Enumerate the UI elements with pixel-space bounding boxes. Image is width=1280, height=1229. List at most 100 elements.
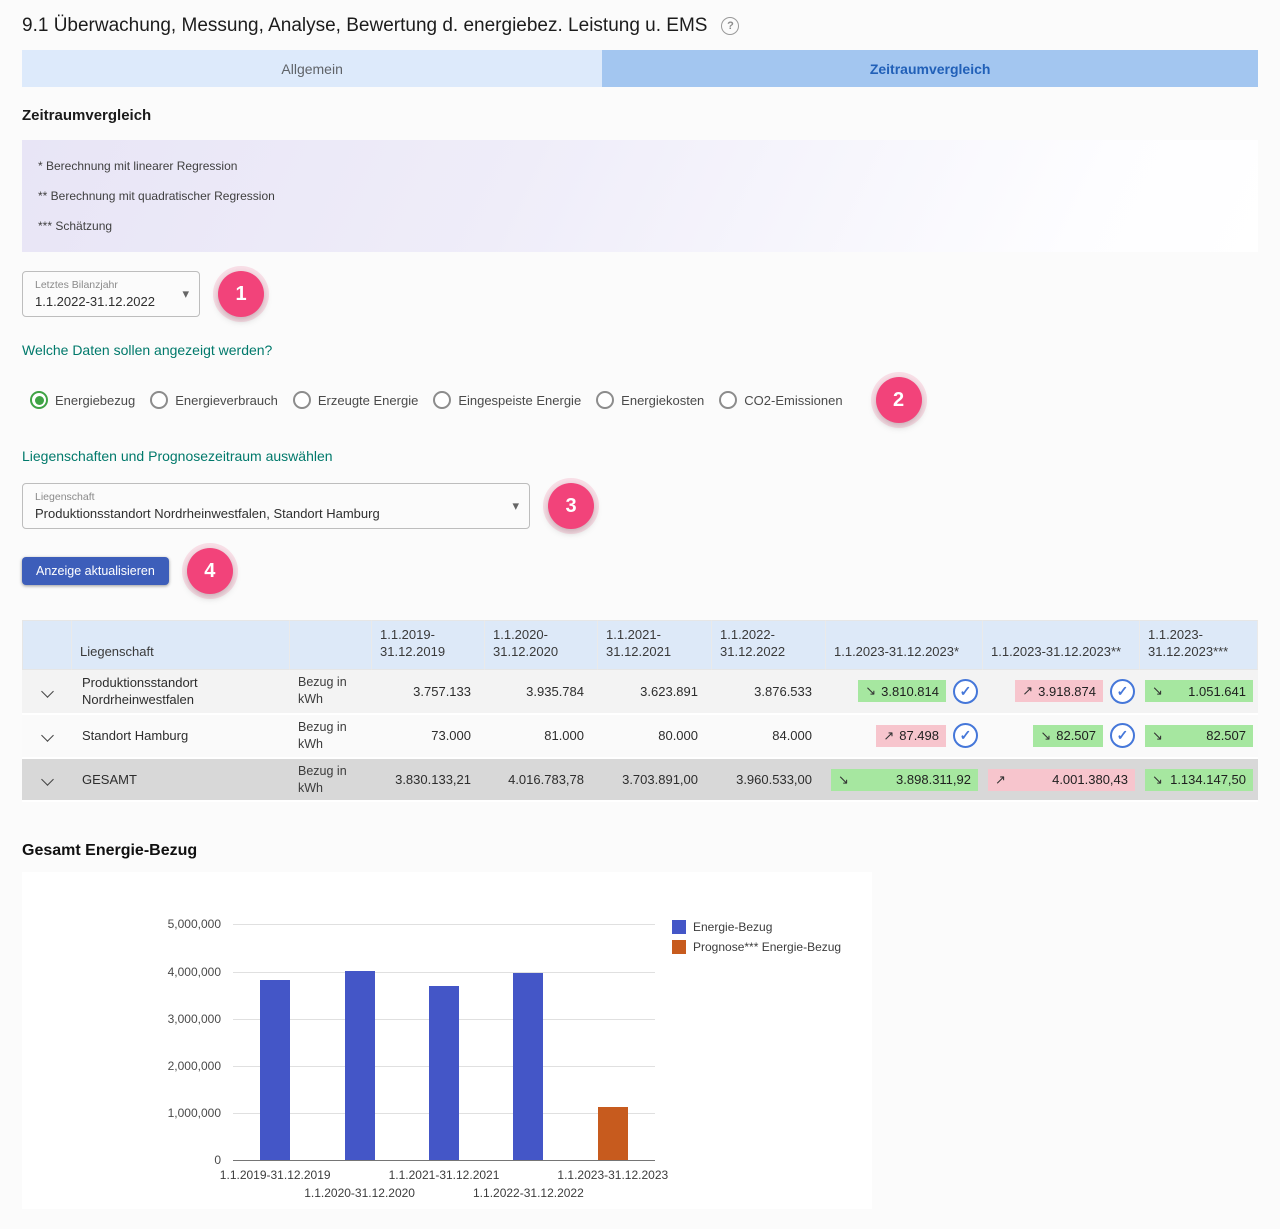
page-root: 9.1 Überwachung, Messung, Analyse, Bewer…: [0, 0, 1280, 1209]
forecast-cell: ↗3.918.874✓: [983, 670, 1140, 715]
legend-swatch: [672, 920, 686, 934]
radio-icon: [596, 391, 614, 409]
data-question-label: Welche Daten sollen angezeigt werden?: [22, 342, 1258, 358]
annotation-marker-1: 1: [218, 271, 264, 317]
legend-item: Prognose*** Energie-Bezug: [672, 940, 841, 954]
forecast-pill: ↘82.507: [1145, 725, 1253, 747]
trend-down-icon: ↘: [865, 683, 876, 699]
y-axis-label: 1,000,000: [168, 1106, 221, 1120]
liegenschaft-row: Liegenschaft Produktionsstandort Nordrhe…: [22, 483, 1258, 529]
forecast-value: 3.918.874: [1038, 684, 1096, 699]
value-cell: 84.000: [712, 715, 826, 759]
radio-icon: [719, 391, 737, 409]
dropdown-arrow-icon: ▾: [512, 498, 519, 514]
liegenschaft-name: Standort Hamburg: [72, 715, 290, 759]
legend-swatch: [672, 940, 686, 954]
trend-up-icon: ↗: [995, 772, 1006, 788]
forecast-value: 1.134.147,50: [1170, 772, 1246, 787]
radio-energiekosten[interactable]: Energiekosten: [596, 391, 704, 409]
expand-cell: [22, 715, 72, 759]
check-icon[interactable]: ✓: [1110, 679, 1135, 704]
forecast-wrap: ↘ 1.051.641: [1145, 680, 1253, 702]
forecast-value: 3.898.311,92: [896, 772, 971, 787]
expand-chevron-icon[interactable]: [41, 729, 54, 742]
forecast-value: 82.507: [1056, 728, 1096, 743]
section-heading: Zeitraumvergleich: [22, 107, 1258, 124]
expand-chevron-icon[interactable]: [41, 685, 54, 698]
update-display-button[interactable]: Anzeige aktualisieren: [22, 557, 169, 585]
table-row: GESAMTBezug in kWh3.830.133,214.016.783,…: [22, 759, 1258, 803]
bilanzjahr-select-label: Letztes Bilanzjahr: [35, 279, 169, 291]
forecast-wrap: ↗87.498 ✓: [831, 723, 978, 748]
button-row: Anzeige aktualisieren 4: [22, 548, 1258, 594]
dropdown-arrow-icon: ▾: [182, 286, 189, 302]
liegenschaft-select[interactable]: Liegenschaft Produktionsstandort Nordrhe…: [22, 483, 530, 529]
bilanzjahr-row: Letztes Bilanzjahr 1.1.2022-31.12.2022 ▾…: [22, 271, 1258, 317]
help-icon[interactable]: ?: [721, 17, 739, 35]
forecast-value: 3.810.814: [881, 684, 939, 699]
radio-energiebezug[interactable]: Energiebezug: [30, 391, 135, 409]
radio-erzeugte-energie[interactable]: Erzeugte Energie: [293, 391, 418, 409]
data-type-radio-group: Energiebezug Energieverbrauch Erzeugte Ene…: [22, 391, 858, 409]
forecast-cell: ↘82.507: [1140, 715, 1258, 759]
column-header: 1.1.2023- 31.12.2023***: [1140, 620, 1258, 670]
tab-allgemein[interactable]: Allgemein: [22, 50, 602, 87]
liegenschaft-question-label: Liegenschaften und Prognosezeitraum ausw…: [22, 448, 1258, 464]
value-cell: 3.830.133,21: [372, 759, 485, 803]
radio-icon: [293, 391, 311, 409]
value-cell: 3.703.891,00: [598, 759, 712, 803]
forecast-value: 1.051.641: [1188, 684, 1246, 699]
radio-label: Eingespeiste Energie: [458, 393, 581, 408]
bar-energie-bezug: [260, 980, 290, 1161]
tab-zeitraumvergleich[interactable]: Zeitraumvergleich: [602, 50, 1258, 87]
trend-down-icon: ↘: [838, 772, 849, 788]
radio-icon: [30, 391, 48, 409]
bilanzjahr-select[interactable]: Letztes Bilanzjahr 1.1.2022-31.12.2022 ▾: [22, 271, 200, 317]
value-cell: 4.016.783,78: [485, 759, 598, 803]
radio-co2-emissionen[interactable]: CO2-Emissionen: [719, 391, 842, 409]
value-cell: 3.623.891: [598, 670, 712, 715]
expand-cell: [22, 670, 72, 715]
x-axis-label: 1.1.2022-31.12.2022: [473, 1186, 584, 1200]
x-axis-label: 1.1.2020-31.12.2020: [304, 1186, 415, 1200]
bar-prognose-energie-bezug: [598, 1107, 628, 1161]
gridline: [233, 972, 655, 973]
forecast-wrap: ↘ 3.898.311,92: [831, 769, 978, 791]
y-axis-label: 3,000,000: [168, 1012, 221, 1026]
value-cell: 73.000: [372, 715, 485, 759]
radio-dot: [35, 396, 44, 405]
radio-label: Erzeugte Energie: [318, 393, 418, 408]
column-header: 1.1.2021- 31.12.2021: [598, 620, 712, 670]
column-header: [290, 620, 372, 670]
forecast-pill: ↘ 1.051.641: [1145, 680, 1253, 702]
note-line: * Berechnung mit linearer Regression: [38, 151, 1242, 181]
chart-x-axis: 1.1.2019-31.12.20191.1.2020-31.12.20201.…: [233, 1168, 655, 1208]
forecast-cell: ↘ 3.898.311,92: [826, 759, 983, 803]
gridline: [233, 1160, 655, 1161]
radio-eingespeiste-energie[interactable]: Eingespeiste Energie: [433, 391, 581, 409]
unit-label: Bezug in kWh: [290, 759, 372, 803]
radio-row: Energiebezug Energieverbrauch Erzeugte Ene…: [22, 377, 1258, 423]
forecast-pill: ↗87.498: [876, 725, 946, 747]
column-header: 1.1.2019- 31.12.2019: [372, 620, 485, 670]
trend-down-icon: ↘: [1152, 683, 1163, 699]
liegenschaft-name: Produktionsstandort Nordrheinwestfalen: [72, 670, 290, 715]
forecast-pill: ↘ 3.898.311,92: [831, 769, 978, 791]
trend-down-icon: ↘: [1040, 728, 1051, 744]
check-icon[interactable]: ✓: [953, 723, 978, 748]
forecast-value: 4.001.380,43: [1052, 772, 1128, 787]
check-icon[interactable]: ✓: [953, 679, 978, 704]
y-axis-label: 2,000,000: [168, 1059, 221, 1073]
column-header: 1.1.2020- 31.12.2020: [485, 620, 598, 670]
note-line: ** Berechnung mit quadratischer Regressi…: [38, 181, 1242, 211]
page-header: 9.1 Überwachung, Messung, Analyse, Bewer…: [0, 0, 1280, 50]
expand-chevron-icon[interactable]: [41, 773, 54, 786]
table-row: Produktionsstandort NordrheinwestfalenBe…: [22, 670, 1258, 715]
forecast-value: 82.507: [1206, 728, 1246, 743]
x-axis-label: 1.1.2019-31.12.2019: [220, 1168, 331, 1182]
table-row: Standort HamburgBezug in kWh73.00081.000…: [22, 715, 1258, 759]
radio-label: Energieverbrauch: [175, 393, 278, 408]
check-icon[interactable]: ✓: [1110, 723, 1135, 748]
radio-energieverbrauch[interactable]: Energieverbrauch: [150, 391, 278, 409]
forecast-value: 87.498: [899, 728, 939, 743]
